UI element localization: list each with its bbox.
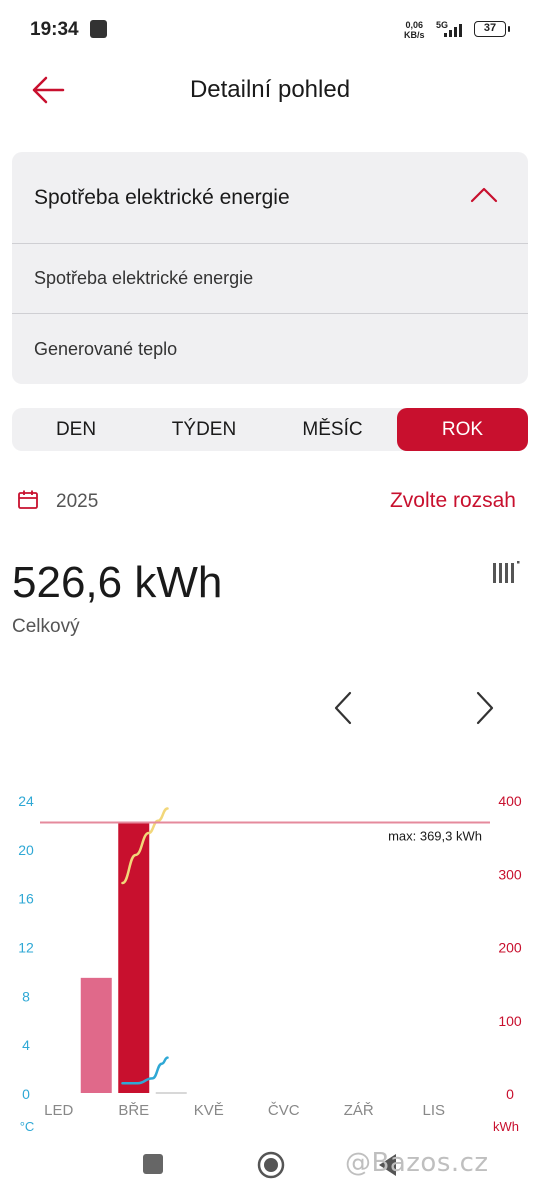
x-tick-label: KVĚ	[194, 1102, 224, 1119]
y-left-tick-label: 24	[18, 793, 34, 809]
x-tick-label: ZÁŘ	[344, 1102, 374, 1119]
x-tick-label: BŘE	[118, 1102, 149, 1119]
status-bar: 19:34 0,06 KB/s 5G 37	[0, 0, 540, 60]
tab-month[interactable]: MĚSÍC	[268, 408, 397, 451]
metric-option-electricity[interactable]: Spotřeba elektrické energie	[12, 244, 528, 314]
consumption-chart: 0 4 8 12 16 20 24 °C 0 100 200 300 400 kWh max: 369,3 …	[18, 793, 522, 1134]
metric-option-label: Generované teplo	[34, 339, 178, 359]
tab-day[interactable]: DEN	[12, 408, 140, 451]
status-time: 19:34	[30, 19, 79, 40]
metric-dropdown: Spotřeba elektrické energie Spotřeba ele…	[12, 152, 528, 384]
metric-option-heat[interactable]: Generované teplo	[12, 315, 528, 384]
y-left-tick-label: 12	[18, 940, 34, 956]
notification-app-icon	[90, 20, 107, 38]
metric-dropdown-header[interactable]: Spotřeba elektrické energie	[12, 152, 528, 244]
chevron-left-icon[interactable]	[330, 690, 358, 726]
y-left-tick-label: 0	[22, 1086, 30, 1102]
bar-chart-toggle-icon[interactable]	[492, 560, 522, 586]
max-line-label: max: 369,3 kWh	[388, 828, 482, 843]
y-right-tick-label: 100	[498, 1013, 522, 1029]
calendar-icon	[18, 490, 38, 509]
selected-year: 2025	[56, 491, 99, 512]
y-left-tick-label: 4	[22, 1037, 30, 1053]
y-left-tick-label: 8	[22, 988, 30, 1004]
system-nav-bar: @Bazos.cz	[0, 1140, 540, 1200]
bar	[118, 822, 150, 1093]
y-right-tick-label: 200	[498, 940, 522, 956]
watermark: @Bazos.cz	[345, 1148, 489, 1178]
period-tabs: DEN TÝDEN MĚSÍC ROK	[12, 408, 528, 451]
home-button[interactable]	[256, 1150, 286, 1180]
app-header: Detailní pohled	[0, 60, 540, 120]
network-speed-value: 0,06	[405, 20, 424, 30]
x-tick-label: LIS	[422, 1102, 445, 1119]
chevron-right-icon[interactable]	[470, 690, 498, 726]
metric-option-label: Spotřeba elektrické energie	[34, 268, 254, 288]
y-right-tick-label: 0	[506, 1086, 514, 1102]
recent-apps-button[interactable]	[143, 1154, 163, 1174]
page-title: Detailní pohled	[189, 76, 351, 103]
bar	[80, 977, 112, 1093]
battery-icon: 37	[474, 21, 510, 37]
chevron-up-icon	[470, 187, 498, 203]
y-right-tick-label: 400	[498, 793, 522, 809]
y-left-unit-label: °C	[20, 1119, 35, 1134]
y-left-tick-label: 16	[18, 891, 34, 907]
y-right-tick-label: 300	[498, 866, 522, 882]
total-label: Celkový	[12, 616, 80, 637]
select-range-button[interactable]: Zvolte rozsah	[390, 489, 516, 513]
tab-week[interactable]: TÝDEN	[140, 408, 268, 451]
metric-dropdown-selected: Spotřeba elektrické energie	[34, 186, 290, 209]
y-right-unit-label: kWh	[493, 1119, 519, 1134]
x-tick-label: ČVC	[268, 1102, 300, 1119]
y-left-tick-label: 20	[18, 842, 34, 858]
tab-year[interactable]: ROK	[397, 408, 528, 451]
total-value: 526,6 kWh	[12, 558, 223, 607]
network-speed: 0,06 KB/s	[404, 20, 425, 40]
x-tick-label: LED	[44, 1102, 73, 1119]
signal-icon	[444, 24, 462, 37]
network-speed-unit: KB/s	[404, 30, 425, 40]
